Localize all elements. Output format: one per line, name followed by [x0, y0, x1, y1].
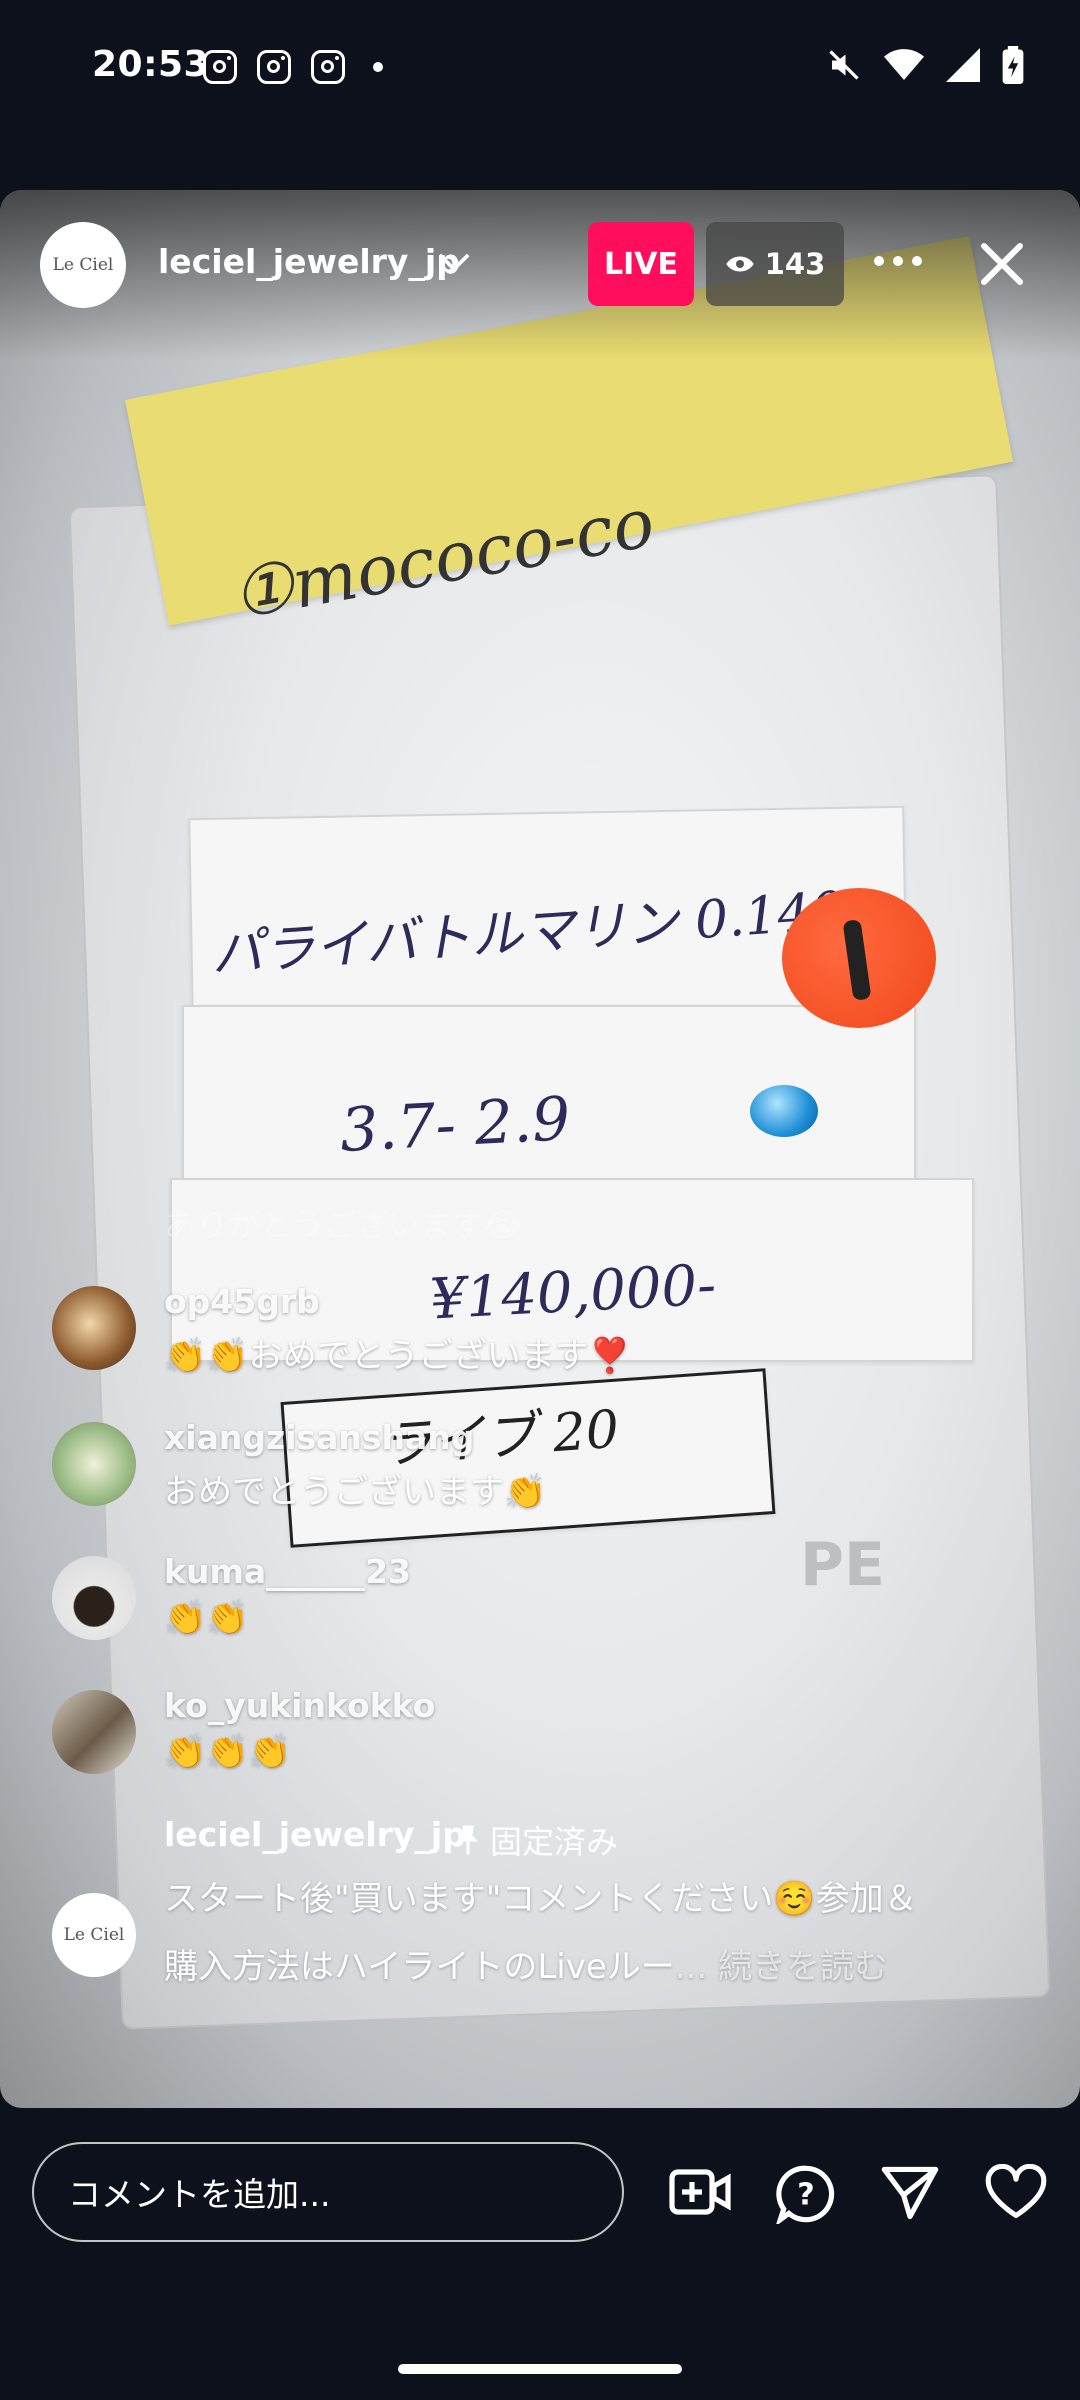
- heart-icon[interactable]: [984, 2164, 1048, 2220]
- status-time: 20:53: [92, 44, 210, 85]
- comment-input[interactable]: コメントを追加...: [32, 2142, 624, 2242]
- comment-username[interactable]: xiangzisanshang: [164, 1418, 474, 1457]
- instagram-icon: [257, 50, 291, 84]
- pinned-tag: 固定済み: [456, 1817, 618, 1863]
- recycle-mark: PE: [800, 1530, 885, 1600]
- battery-icon: [1002, 46, 1024, 84]
- question-icon[interactable]: ?: [776, 2164, 836, 2224]
- host-username[interactable]: leciel_jewelry_jp: [158, 242, 460, 281]
- pin-icon: [457, 1825, 479, 1855]
- gemstone: [750, 1085, 818, 1137]
- system-icons: [826, 46, 1024, 84]
- close-icon[interactable]: [978, 240, 1026, 288]
- pinned-text-block: スタート後"買います"コメントください☺️参加＆購入方法はハイライトのLiveル…: [164, 1865, 924, 2001]
- home-indicator[interactable]: [398, 2364, 682, 2374]
- chevron-down-icon[interactable]: [437, 250, 471, 274]
- wifi-icon: [884, 49, 924, 80]
- live-badge: LIVE: [588, 222, 694, 306]
- notification-icons: [203, 50, 383, 84]
- viewer-count[interactable]: 143: [706, 222, 844, 306]
- avatar[interactable]: [52, 1556, 136, 1640]
- host-avatar[interactable]: Le Ciel: [40, 222, 126, 308]
- send-icon[interactable]: [880, 2164, 940, 2222]
- comment-text: おめでとうございます👏: [164, 1472, 547, 1512]
- pinned-username[interactable]: leciel_jewelry_jp: [164, 1815, 466, 1854]
- pinned-tag-label: 固定済み: [490, 1823, 619, 1861]
- faded-comment: ありがとうございます😭: [164, 1206, 522, 1244]
- add-video-icon[interactable]: [668, 2164, 732, 2220]
- more-options-icon[interactable]: [874, 256, 922, 266]
- signal-icon: [946, 48, 980, 82]
- avatar[interactable]: Le Ciel: [52, 1893, 136, 1977]
- comment-username[interactable]: op45grb: [164, 1282, 320, 1321]
- avatar[interactable]: [52, 1286, 136, 1370]
- avatar[interactable]: [52, 1422, 136, 1506]
- comment-text: 👏👏: [164, 1598, 249, 1638]
- eye-icon: [725, 256, 754, 272]
- read-more-link[interactable]: ... 続きを読む: [675, 1947, 888, 1987]
- label-size: 3.7- 2.9: [338, 1084, 572, 1166]
- viewer-count-value: 143: [764, 247, 826, 281]
- comment-username[interactable]: kuma______23: [164, 1552, 411, 1591]
- mute-icon: [829, 50, 859, 80]
- comment-text: 👏👏おめでとうございます❣️: [164, 1336, 632, 1376]
- avatar[interactable]: [52, 1690, 136, 1774]
- instagram-icon: [311, 50, 345, 84]
- more-notifications-dot: [373, 62, 383, 72]
- svg-text:?: ?: [797, 2178, 814, 2213]
- instagram-icon: [203, 50, 237, 84]
- status-bar: 20:53: [0, 0, 1080, 140]
- comment-text: 👏👏👏: [164, 1732, 292, 1772]
- comment-username[interactable]: ko_yukinkokko: [164, 1686, 435, 1725]
